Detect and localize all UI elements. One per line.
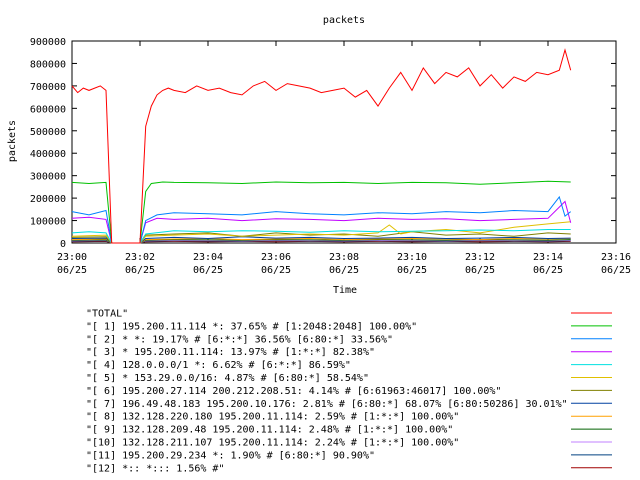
legend-label: "[10] 132.128.211.107 195.200.11.114: 2.… <box>86 438 459 449</box>
x-tick-date: 06/25 <box>193 265 223 276</box>
x-tick-date: 06/25 <box>57 265 87 276</box>
y-tick-label: 300000 <box>30 172 66 183</box>
legend-label: "[ 1] 195.200.11.114 *: 37.65% # [1:2048… <box>86 321 417 332</box>
x-tick-date: 06/25 <box>261 265 291 276</box>
x-tick-date: 06/25 <box>533 265 563 276</box>
packets-chart: packets packets Time 0 100000 200000 300000… <box>7 15 631 474</box>
legend: "TOTAL""[ 1] 195.200.11.114 *: 37.65% # … <box>86 309 612 474</box>
x-tick-time: 23:06 <box>261 252 291 263</box>
y-tick-label: 500000 <box>30 127 66 138</box>
x-tick-date: 06/25 <box>397 265 427 276</box>
x-tick-time: 23:14 <box>533 252 563 263</box>
plot-frame <box>71 40 617 244</box>
y-tick-label: 100000 <box>30 217 66 228</box>
x-tick-time: 23:02 <box>125 252 155 263</box>
legend-label: "[12] *:: *::: 1.56% #" <box>86 463 224 474</box>
x-tick-time: 23:16 <box>601 252 631 263</box>
y-tick-label: 200000 <box>30 194 66 205</box>
x-tick-time: 23:04 <box>193 252 223 263</box>
legend-label: "[ 9] 132.128.209.48 195.200.11.114: 2.4… <box>86 425 453 436</box>
chart-title: packets <box>323 15 365 26</box>
legend-label: "[ 4] 128.0.0.0/1 *: 6.62% # [6:*:*] 86.… <box>86 360 351 371</box>
series-line-3 <box>71 200 572 244</box>
y-tick-label: 900000 <box>30 37 66 48</box>
x-tick-date: 06/25 <box>601 265 631 276</box>
y-tick-label: 700000 <box>30 82 66 93</box>
legend-label: "[ 8] 132.128.220.180 195.200.11.114: 2.… <box>86 412 459 423</box>
y-axis: 0 100000 200000 300000 400000 500000 600000 700… <box>30 37 616 250</box>
x-tick-date: 06/25 <box>465 265 495 276</box>
x-axis-label: Time <box>333 285 357 296</box>
y-tick-label: 600000 <box>30 104 66 115</box>
x-tick-date: 06/25 <box>125 265 155 276</box>
series-lines <box>71 48 572 244</box>
legend-label: "[ 7] 196.49.48.183 195.200.10.176: 2.81… <box>86 399 568 410</box>
y-tick-label: 400000 <box>30 149 66 160</box>
legend-label: "[ 6] 195.200.27.114 200.212.208.51: 4.1… <box>86 386 501 397</box>
x-tick-time: 23:12 <box>465 252 495 263</box>
legend-label: "[11] 195.200.29.234 *: 1.90% # [6:80:*]… <box>86 450 375 461</box>
y-tick-label: 0 <box>60 239 66 250</box>
y-tick-label: 800000 <box>30 59 66 70</box>
x-tick-time: 23:10 <box>397 252 427 263</box>
legend-label: "[ 5] * 153.29.0.0/16: 4.87% # [6:80:*] … <box>86 373 369 384</box>
legend-label: "[ 3] * 195.200.11.114: 13.97% # [1:*:*]… <box>86 347 375 358</box>
x-tick-date: 06/25 <box>329 265 359 276</box>
legend-label: "[ 2] * *: 19.17% # [6:*:*] 36.56% [6:80… <box>86 334 393 345</box>
legend-label: "TOTAL" <box>86 309 128 320</box>
x-tick-time: 23:00 <box>57 252 87 263</box>
y-axis-label: packets <box>7 120 18 162</box>
x-tick-time: 23:08 <box>329 252 359 263</box>
